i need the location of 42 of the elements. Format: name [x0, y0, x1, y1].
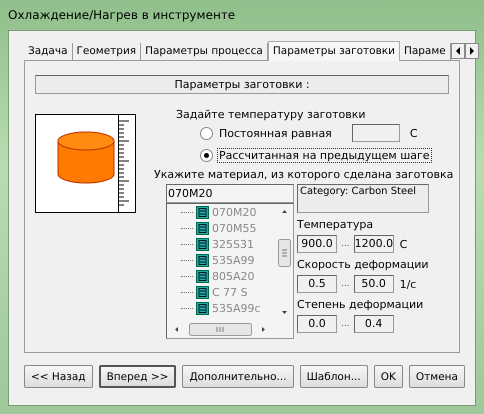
material-icon	[196, 254, 209, 266]
scroll-right-icon[interactable]	[464, 43, 479, 59]
range-separator: ...	[341, 239, 350, 249]
dialog-button[interactable]: OK	[374, 365, 403, 388]
unit-label: C	[400, 238, 408, 250]
range-label: Скорость деформации	[297, 258, 430, 272]
dialog-button[interactable]: Дополнительно...	[182, 365, 294, 388]
min-field[interactable]: 0.5	[297, 275, 337, 293]
range-label: Температура	[297, 218, 374, 232]
material-icon	[196, 302, 209, 314]
temperature-field[interactable]	[352, 124, 400, 142]
dialog-button[interactable]: Шаблон...	[300, 365, 368, 388]
material-field[interactable]: 070M20	[166, 184, 294, 203]
min-field[interactable]: 0.0	[297, 315, 337, 333]
min-field[interactable]: 900.0	[297, 235, 337, 253]
temperature-label: Задайте температуру заготовки	[176, 108, 367, 122]
unit-label: C	[410, 126, 418, 140]
range-label: Степень деформации	[297, 298, 424, 312]
range-separator: ...	[341, 279, 350, 289]
range-separator: ...	[341, 319, 350, 329]
dialog-button[interactable]: Отмена	[408, 365, 465, 388]
radio-label[interactable]: Рассчитанная на предыдущем шаге	[217, 148, 432, 162]
tab[interactable]: Параметры заготовки	[268, 41, 400, 61]
material-icon	[196, 222, 209, 234]
material-icon	[196, 206, 209, 218]
radio-label[interactable]: Постоянная равная	[217, 126, 334, 140]
scroll-left-icon[interactable]	[450, 43, 465, 59]
dialog-button[interactable]: << Назад	[24, 365, 93, 388]
unit-label: 1/c	[400, 278, 416, 290]
max-field[interactable]: 1200.0	[354, 235, 394, 253]
material-label: Укажите материал, из которого сделана заготовка	[154, 168, 454, 182]
material-icon	[196, 238, 209, 250]
radio-button[interactable]	[200, 148, 213, 162]
radio-button[interactable]	[200, 126, 213, 140]
max-field[interactable]: 50.0	[354, 275, 394, 293]
window-title: Охлаждение/Нагрев в инструменте	[8, 7, 236, 24]
dialog-button[interactable]: Вперед >>	[98, 365, 176, 388]
category-field: Category: Carbon Steel	[297, 184, 429, 213]
max-field[interactable]: 0.4	[354, 315, 394, 333]
material-icon	[196, 270, 209, 282]
section-header: Параметры заготовки :	[35, 75, 449, 94]
material-icon	[196, 286, 209, 298]
